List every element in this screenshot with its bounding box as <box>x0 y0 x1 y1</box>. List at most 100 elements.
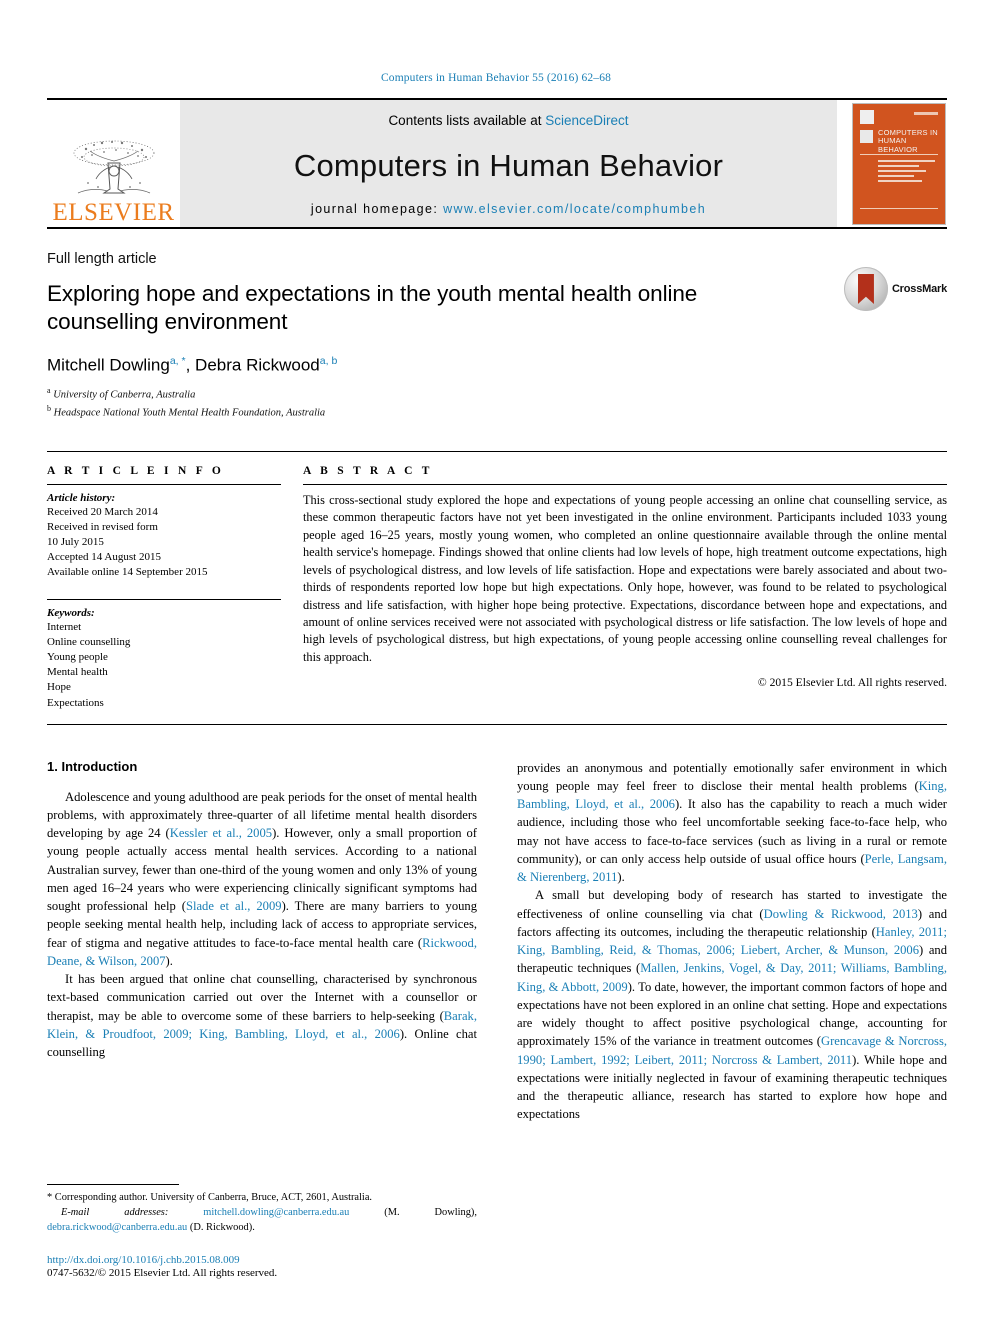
contents-prefix: Contents lists available at <box>388 113 546 128</box>
elsevier-tree-icon <box>73 140 154 194</box>
running-head: Computers in Human Behavior 55 (2016) 62… <box>380 72 612 84</box>
journal-title: Computers in Human Behavior <box>293 147 724 183</box>
section-heading-introduction: 1. Introduction <box>47 758 138 774</box>
body-columns: 1. Introduction Adolescence and young ad… <box>47 759 947 1279</box>
email-owner-1: (M. Dowling), <box>384 1207 477 1219</box>
divider <box>303 483 947 485</box>
abstract-column: A B S T R A C T This cross-sectional stu… <box>303 465 947 711</box>
affiliations: a University of Canberra, Australia b He… <box>47 385 947 420</box>
cover-mark-1 <box>860 109 874 124</box>
journal-cover-thumbnail[interactable]: COMPUTERS IN HUMAN BEHAVIOR <box>852 102 946 225</box>
keyword-item: Online counselling <box>47 635 131 648</box>
citation-link[interactable]: Hanley, 2011; King, Bambling, Reid, & Th… <box>517 925 947 957</box>
affiliation-b: b Headspace National Youth Mental Health… <box>47 403 947 421</box>
email-link-2[interactable]: debra.rickwood@canberra.edu.au <box>47 1222 187 1233</box>
abstract-text: This cross-sectional study explored the … <box>303 492 947 664</box>
paragraph-text: provides an anonymous and potentially em… <box>517 760 948 885</box>
email-addresses-label: E-mail addresses: <box>61 1207 169 1219</box>
email-owner-2: (D. Rickwood). <box>189 1221 255 1233</box>
crossmark-label: CrossMark <box>891 283 947 295</box>
abstract-copyright: © 2015 Elsevier Ltd. All rights reserved… <box>757 676 947 690</box>
paragraph: Adolescence and young adulthood are peak… <box>47 788 477 971</box>
article-type-label: Full length article <box>47 251 157 267</box>
affiliation-text-a: University of Canberra, Australia <box>53 389 196 401</box>
paragraph-text: It has been argued that online chat coun… <box>47 972 477 1060</box>
issn-copyright: 0747-5632/© 2015 Elsevier Ltd. All right… <box>47 1266 278 1279</box>
left-column-content: 1. Introduction Adolescence and young ad… <box>47 759 477 1279</box>
citation-link[interactable]: Perle, Langsam, & Nierenberg, 2011 <box>517 852 947 884</box>
paragraph: provides an anonymous and potentially em… <box>517 759 947 887</box>
footnote-divider <box>47 1184 179 1186</box>
elsevier-logo: ELSEVIER <box>47 100 180 227</box>
footnote-corresponding-author: * Corresponding author. University of Ca… <box>47 1191 477 1235</box>
elsevier-wordmark: ELSEVIER <box>52 199 175 226</box>
keyword-item: Internet <box>47 620 82 633</box>
paragraph: A small but developing body of research … <box>517 886 947 1123</box>
author-name-2: Debra Rickwood <box>195 355 320 375</box>
body-column-left: 1. Introduction Adolescence and young ad… <box>47 759 477 1279</box>
doi-link[interactable]: http://dx.doi.org/10.1016/j.chb.2015.08.… <box>47 1254 477 1266</box>
keyword-item: Hope <box>47 681 71 694</box>
citation-link[interactable]: Rickwood, Deane, & Wilson, 2007 <box>47 936 477 968</box>
affiliation-text-b: Headspace National Youth Mental Health F… <box>53 407 326 419</box>
keywords-block: Keywords: Internet Online counselling Yo… <box>47 598 281 711</box>
cover-text-lines <box>878 159 935 185</box>
affiliation-a: a University of Canberra, Australia <box>47 385 947 403</box>
history-available-online: Available online 14 September 2015 <box>47 566 208 579</box>
history-revised: Received in revised form <box>47 520 158 533</box>
crossmark-badge[interactable]: CrossMark <box>843 267 947 311</box>
author-marks-2: a, b <box>319 354 338 367</box>
homepage-label: journal homepage: <box>310 202 444 216</box>
corresponding-author-text: * Corresponding author. University of Ca… <box>47 1192 373 1204</box>
paragraph-text: Adolescence and young adulthood are peak… <box>47 789 478 968</box>
author-name-1: Mitchell Dowling <box>47 355 170 375</box>
keyword-item: Young people <box>47 650 108 663</box>
keyword-item: Mental health <box>47 666 108 679</box>
body-column-right: provides an anonymous and potentially em… <box>517 759 947 1279</box>
article-info-column: A R T I C L E I N F O Article history: R… <box>47 465 303 711</box>
divider <box>47 483 281 485</box>
citation-link[interactable]: Grencavage & Norcross, 1990; Lambert, 19… <box>517 1034 947 1066</box>
keyword-item: Expectations <box>47 696 104 709</box>
cover-title: COMPUTERS IN HUMAN BEHAVIOR <box>878 127 938 154</box>
affiliation-mark-a: a <box>47 386 51 396</box>
citation-link[interactable]: Slade et al., 2009 <box>186 899 282 913</box>
affiliation-mark-b: b <box>47 404 51 414</box>
cover-mark-2 <box>860 129 873 143</box>
journal-cover-cell: COMPUTERS IN HUMAN BEHAVIOR <box>837 100 947 227</box>
sciencedirect-link[interactable]: ScienceDirect <box>545 113 628 128</box>
footnotes: * Corresponding author. University of Ca… <box>47 1184 477 1279</box>
crossmark-icon <box>843 267 888 311</box>
citation-link[interactable]: Mallen, Jenkins, Vogel, & Day, 2011; Wil… <box>517 961 947 993</box>
article-page: Computers in Human Behavior 55 (2016) 62… <box>0 0 992 1323</box>
divider <box>47 598 281 600</box>
paragraph: It has been argued that online chat coun… <box>47 970 477 1061</box>
article-title-block: Full length article Exploring hope and e… <box>47 251 947 421</box>
info-abstract-band: A R T I C L E I N F O Article history: R… <box>47 450 947 711</box>
journal-homepage-line: journal homepage: www.elsevier.com/locat… <box>311 202 706 216</box>
article-info-heading: A R T I C L E I N F O <box>47 464 225 477</box>
journal-masthead: ELSEVIER Contents lists available at Sci… <box>47 98 947 229</box>
history-revised-date: 10 July 2015 <box>47 536 104 549</box>
page-title: Exploring hope and expectations in the y… <box>47 281 698 335</box>
journal-banner: Contents lists available at ScienceDirec… <box>180 100 837 227</box>
homepage-link[interactable]: www.elsevier.com/locate/comphumbeh <box>443 202 706 216</box>
history-accepted: Accepted 14 August 2015 <box>47 551 161 564</box>
paragraph-text: A small but developing body of research … <box>517 888 948 1122</box>
history-received: Received 20 March 2014 <box>47 505 158 518</box>
keywords-label: Keywords: <box>47 606 95 619</box>
cover-corner-text <box>914 111 938 115</box>
cover-rule-2 <box>860 207 938 209</box>
contents-available-line: Contents lists available at ScienceDirec… <box>388 113 628 128</box>
citation-link[interactable]: King, Bambling, Lloyd, et al., 2006 <box>517 779 947 811</box>
cover-rule-1 <box>860 153 938 155</box>
citation-link[interactable]: Kessler et al., 2005 <box>170 826 272 840</box>
citation-link[interactable]: Barak, Klein, & Proudfoot, 2009; King, B… <box>47 1009 477 1041</box>
email-link-1[interactable]: mitchell.dowling@canberra.edu.au <box>203 1207 349 1218</box>
article-history-label: Article history: <box>47 491 116 504</box>
citation-link[interactable]: Dowling & Rickwood, 2013 <box>764 907 918 921</box>
band-bottom-divider <box>47 723 947 725</box>
author-marks-1: a, * <box>169 354 186 367</box>
abstract-heading: A B S T R A C T <box>303 464 433 477</box>
author-list: Mitchell Dowlinga, *, Debra Rickwooda, b <box>47 354 338 375</box>
